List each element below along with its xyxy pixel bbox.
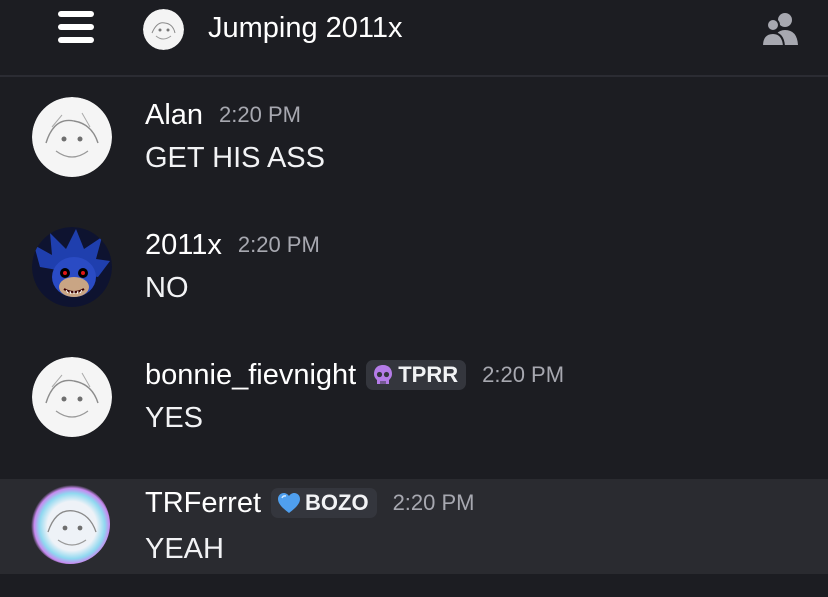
message-item[interactable]: 2011x 2:20 PM NO <box>0 222 828 332</box>
username[interactable]: bonnie_fievnight <box>145 359 356 392</box>
avatar[interactable] <box>32 357 112 437</box>
message-item[interactable]: bonnie_fievnight TPRR 2:20 PM YES <box>0 352 828 462</box>
channel-header: Jumping 2011x <box>0 0 828 77</box>
message-text: GET HIS ASS <box>145 142 325 174</box>
message-header: Alan 2:20 PM <box>145 95 301 135</box>
role-tag-label: BOZO <box>305 490 369 515</box>
avatar[interactable] <box>32 227 112 307</box>
role-tag[interactable]: BOZO <box>271 488 377 518</box>
message-text: YES <box>145 402 204 434</box>
timestamp: 2:20 PM <box>482 362 565 387</box>
message-text: NO <box>145 272 189 304</box>
hamburger-menu-icon[interactable] <box>58 11 94 43</box>
avatar[interactable] <box>32 97 112 177</box>
members-icon[interactable] <box>760 11 799 47</box>
timestamp: 2:20 PM <box>219 102 301 127</box>
username[interactable]: Alan <box>145 99 203 132</box>
message-header: 2011x 2:20 PM <box>145 225 320 265</box>
timestamp: 2:20 PM <box>237 232 320 257</box>
timestamp: 2:20 PM <box>392 490 475 515</box>
message-header: bonnie_fievnight TPRR 2:20 PM <box>145 355 564 395</box>
role-tag[interactable]: TPRR <box>366 360 467 390</box>
channel-avatar[interactable] <box>143 9 184 50</box>
username[interactable]: TRFerret <box>145 487 261 520</box>
message-header: TRFerret BOZO 2:20 PM <box>145 483 475 523</box>
username[interactable]: 2011x <box>145 229 222 262</box>
skull-icon <box>374 365 393 384</box>
heart-icon <box>278 493 300 513</box>
avatar[interactable] <box>30 484 110 564</box>
message-item[interactable]: Alan 2:20 PM GET HIS ASS <box>0 92 828 202</box>
message-text: YEAH <box>145 533 224 565</box>
message-item[interactable]: TRFerret BOZO 2:20 PM YEAH <box>0 479 828 574</box>
channel-title[interactable]: Jumping 2011x <box>208 10 403 46</box>
role-tag-label: TPRR <box>398 362 459 387</box>
